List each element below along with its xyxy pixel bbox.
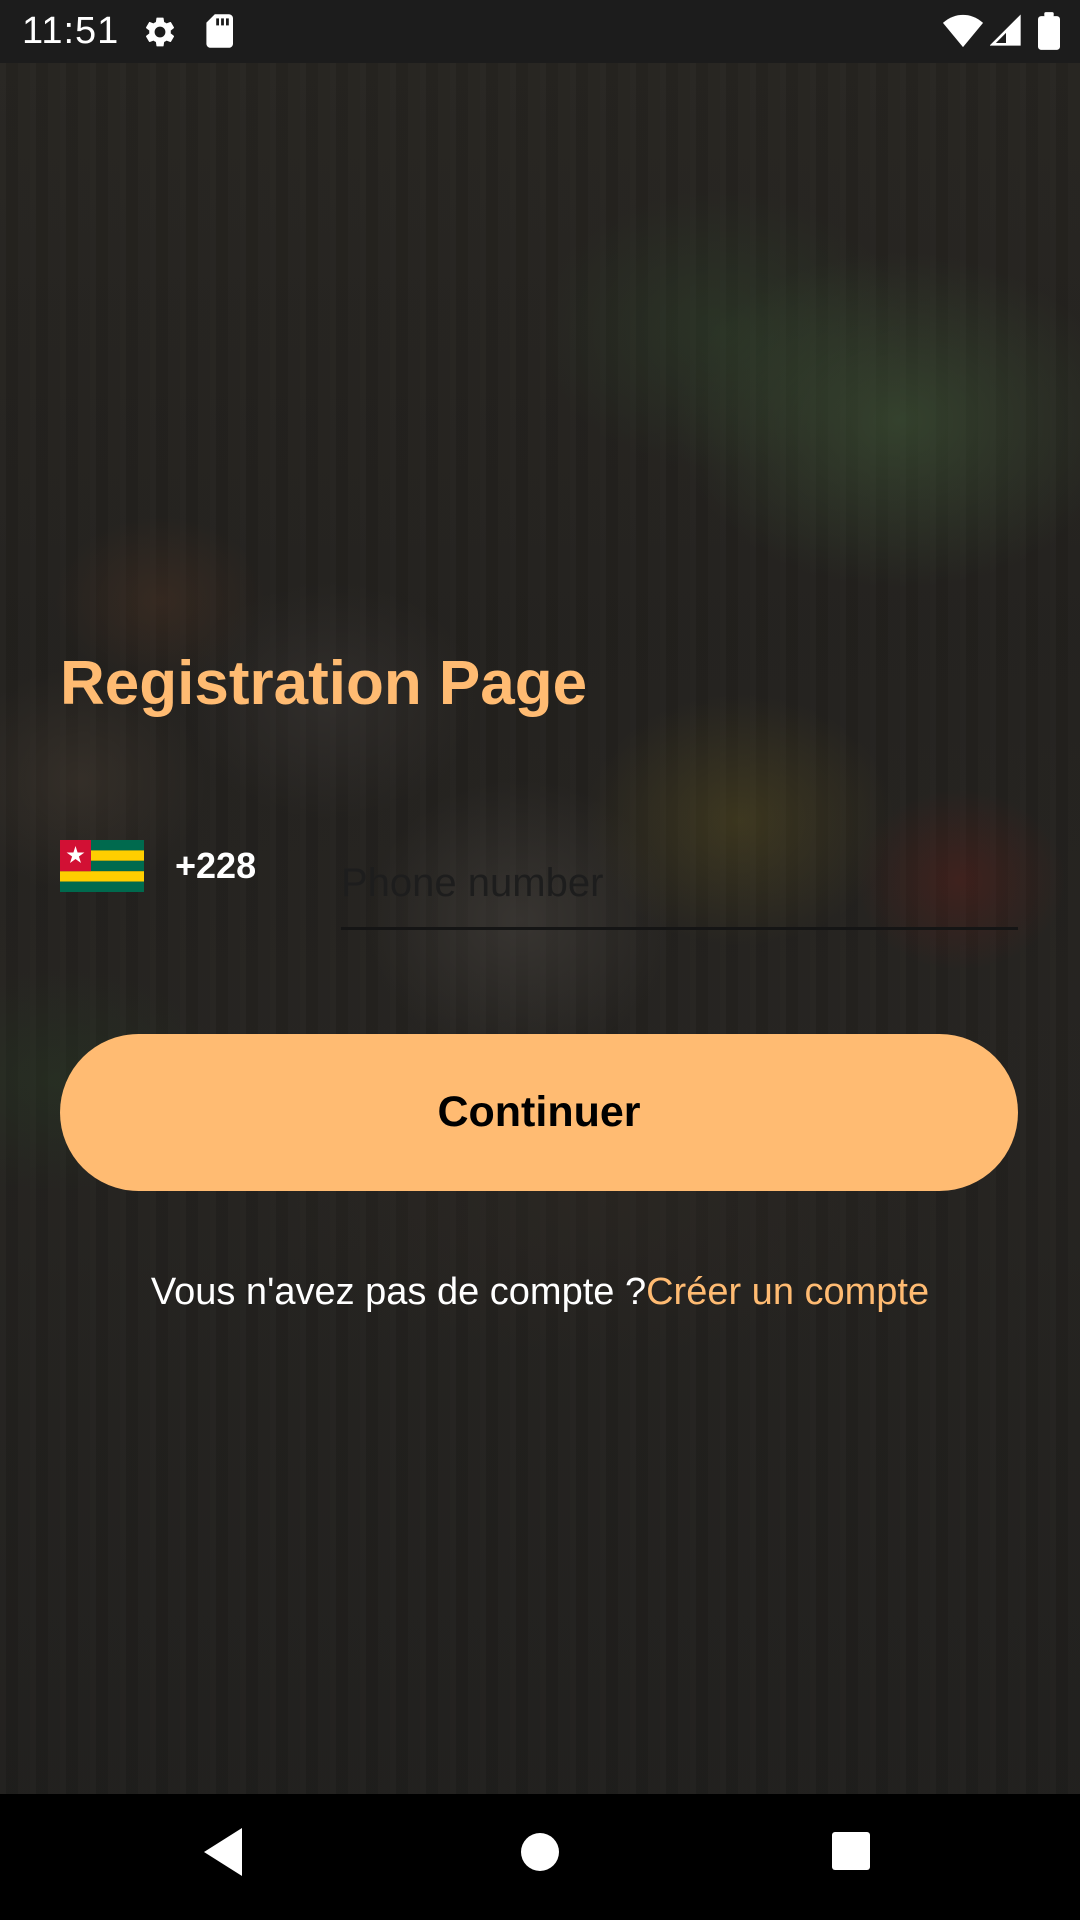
home-icon[interactable] (518, 1830, 562, 1874)
sd-card-icon (206, 14, 233, 48)
back-icon[interactable] (200, 1826, 246, 1878)
country-code[interactable]: +228 (175, 842, 256, 890)
recents-icon[interactable] (830, 1830, 872, 1872)
create-account-link[interactable]: Créer un compte (646, 1271, 929, 1313)
page-title: Registration Page (60, 649, 588, 718)
registration-screen: 11:51 Registration Page +228 Phone numbe… (0, 0, 1080, 1920)
battery-icon (1038, 12, 1060, 50)
signup-prompt: Vous n'avez pas de compte ? (150, 1271, 647, 1313)
continue-button[interactable]: Continuer (60, 1034, 1018, 1191)
wifi-icon (942, 14, 984, 48)
settings-icon (146, 17, 175, 47)
phone-number-input[interactable] (341, 840, 1018, 930)
togo-flag-icon[interactable] (60, 840, 144, 892)
signal-icon (990, 14, 1021, 46)
status-time: 11:51 (22, 10, 120, 52)
status-bar: 11:51 (0, 0, 1080, 63)
signup-row: Vous n'avez pas de compte ?Créer un comp… (0, 1268, 1080, 1316)
navigation-bar (0, 1794, 1080, 1920)
